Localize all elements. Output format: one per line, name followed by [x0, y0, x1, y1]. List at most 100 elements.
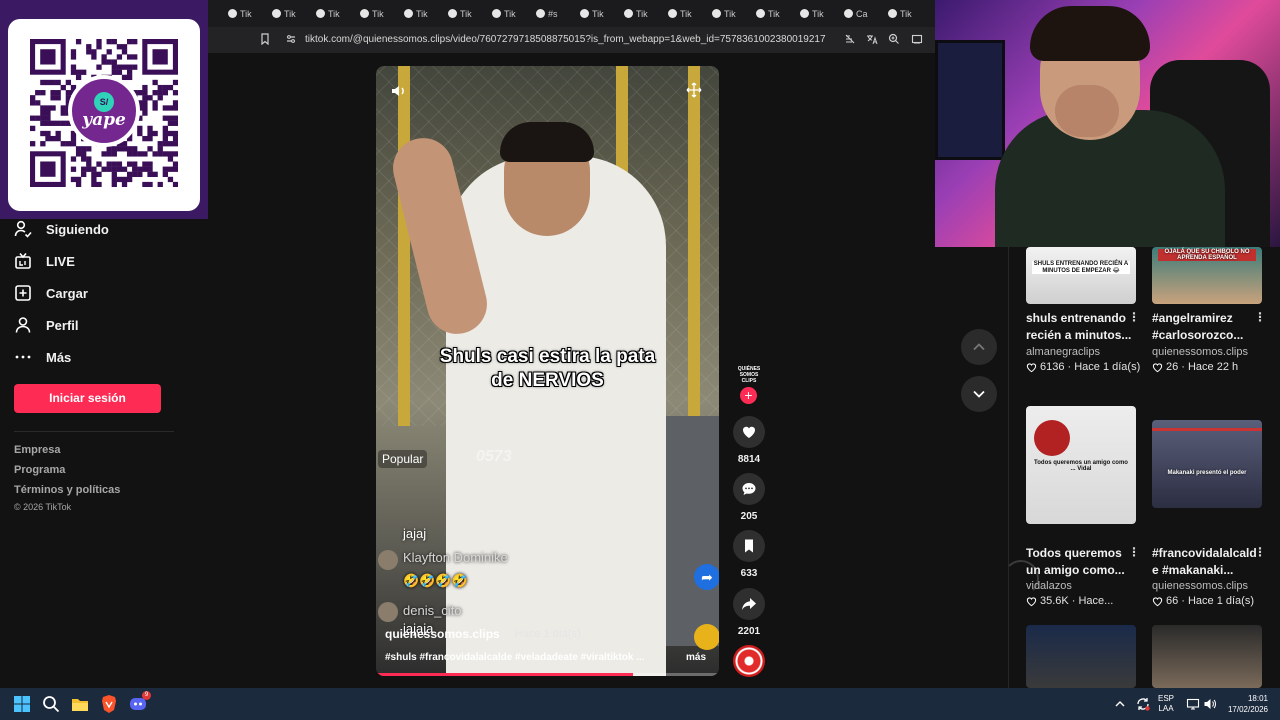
heart-outline-icon — [1152, 362, 1163, 372]
browser-tab[interactable]: Tik — [880, 0, 924, 27]
chevron-up-icon — [973, 343, 985, 351]
sidebar-item-label: Cargar — [46, 285, 88, 301]
video-author[interactable]: almanegraclips — [1026, 346, 1100, 358]
browser-tab-label: Tik — [284, 8, 296, 19]
browser-tab[interactable]: Tik — [572, 0, 616, 27]
video-author[interactable]: quienessomos.clips — [385, 627, 500, 641]
like-button[interactable] — [733, 416, 765, 448]
browser-tab[interactable]: Tik — [484, 0, 528, 27]
share-icon — [742, 598, 756, 610]
sidebar-item-perfil[interactable]: Perfil — [14, 314, 79, 336]
browser-tab[interactable]: Tik — [660, 0, 704, 27]
browser-tab[interactable]: Tik — [616, 0, 660, 27]
tiktok-favicon-icon — [668, 9, 677, 18]
follow-button[interactable]: + — [740, 387, 757, 404]
address-bar: tiktok.com/@quienessomos.clips/video/760… — [208, 27, 935, 53]
url-text[interactable]: tiktok.com/@quienessomos.clips/video/760… — [305, 34, 826, 45]
yape-qr-code: S/ yape — [8, 19, 200, 211]
browser-tab[interactable]: Tik — [352, 0, 396, 27]
browser-tab[interactable]: Tik — [396, 0, 440, 27]
video-hashtags[interactable]: #shuls #francovidalalcalde #veladadeate … — [385, 652, 645, 663]
next-video-button[interactable] — [961, 376, 997, 412]
browser-tab[interactable]: Tik — [440, 0, 484, 27]
bookmark-icon[interactable] — [258, 33, 272, 47]
tiktok-favicon-icon — [624, 9, 633, 18]
footer-link-terminos[interactable]: Términos y políticas — [14, 484, 120, 496]
recommended-video[interactable]: Makanaki presentó el poder #francovidala… — [1152, 406, 1267, 607]
volume-tray-icon[interactable] — [1203, 697, 1217, 711]
recommended-video[interactable]: OJALÁ QUE SU CHIBOLO NO APRENDA ESPAÑOL … — [1152, 247, 1267, 407]
windows-start-icon[interactable] — [12, 694, 32, 714]
browser-tab[interactable]: Tik — [792, 0, 836, 27]
following-icon — [14, 220, 32, 238]
music-disc-icon[interactable] — [733, 645, 765, 677]
avatar — [378, 602, 398, 622]
video-stats: 35.6K · Hace... — [1026, 595, 1113, 607]
save-button[interactable] — [733, 530, 765, 562]
comment-button[interactable] — [733, 473, 765, 505]
video-thumbnail[interactable]: Todos queremos un amigo como ... Vidal — [1026, 406, 1136, 524]
recommended-video-thumbnail[interactable] — [1152, 625, 1262, 688]
video-thumbnail[interactable]: Makanaki presentó el poder — [1152, 420, 1262, 508]
sidebar-item-cargar[interactable]: Cargar — [14, 282, 88, 304]
video-thumbnail[interactable]: SHULS ENTRENANDO RECIÉN A MINUTOS DE EMP… — [1026, 247, 1136, 304]
sidebar-item-mas[interactable]: Más — [14, 346, 71, 368]
video-author[interactable]: vidalazos — [1026, 580, 1072, 592]
browser-tab-label: Tik — [724, 8, 736, 19]
recommended-video[interactable]: SHULS ENTRENANDO RECIÉN A MINUTOS DE EMP… — [1026, 247, 1141, 407]
recommended-video[interactable]: Todos queremos un amigo como ... Vidal T… — [1026, 406, 1141, 607]
zoom-icon[interactable] — [887, 33, 901, 47]
browser-tab[interactable]: #s — [528, 0, 572, 27]
video-author[interactable]: quienessomos.clips — [1152, 580, 1248, 592]
discord-badge: 9 — [142, 691, 151, 700]
browser-tab[interactable]: Tik — [308, 0, 352, 27]
browser-tab-label: Tik — [592, 8, 604, 19]
comment-icon — [742, 483, 756, 495]
file-explorer-icon[interactable] — [70, 694, 90, 714]
video-player[interactable]: Shuls casi estira la pata de NERVIOS Pop… — [376, 66, 719, 676]
tray-chevron-up-icon[interactable] — [1113, 697, 1127, 711]
language-indicator[interactable]: ESP LAA — [1158, 694, 1174, 714]
sync-icon[interactable] — [1135, 696, 1151, 712]
browser-tab[interactable]: Tik — [748, 0, 792, 27]
footer-link-empresa[interactable]: Empresa — [14, 444, 60, 456]
footer-link-programa[interactable]: Programa — [14, 464, 65, 476]
upload-icon — [15, 285, 31, 301]
recommended-video-thumbnail[interactable] — [1026, 625, 1136, 688]
sidebar-item-label: Perfil — [46, 317, 79, 333]
brave-browser-icon[interactable] — [99, 694, 119, 714]
login-button[interactable]: Iniciar sesión — [14, 384, 161, 413]
more-options-icon[interactable]: ⋮ — [1128, 545, 1140, 559]
clock[interactable]: 18:01 17/02/2026 — [1222, 693, 1268, 715]
browser-tab[interactable]: Tik — [704, 0, 748, 27]
more-link[interactable]: más — [686, 652, 706, 663]
search-icon[interactable] — [41, 694, 61, 714]
share-count: 2201 — [737, 626, 761, 637]
video-author[interactable]: quienessomos.clips — [1152, 346, 1248, 358]
reader-mode-icon[interactable] — [843, 33, 857, 47]
more-options-icon[interactable]: ⋮ — [1254, 545, 1266, 559]
sidebar-item-live[interactable]: LIVE — [14, 250, 75, 272]
heart-outline-icon — [1026, 362, 1037, 372]
site-settings-icon[interactable] — [284, 33, 298, 47]
more-options-icon[interactable]: ⋮ — [1254, 310, 1266, 324]
footer-copyright: © 2026 TikTok — [14, 502, 72, 512]
previous-video-button[interactable] — [961, 329, 997, 365]
bookmark-icon — [745, 539, 753, 553]
like-count: 8814 — [737, 454, 761, 465]
sidebar-item-siguiendo[interactable]: Siguiendo — [14, 218, 109, 240]
browser-tab[interactable]: Tik — [220, 0, 264, 27]
network-icon[interactable] — [1186, 697, 1200, 711]
volume-icon[interactable] — [390, 82, 408, 100]
translate-icon[interactable] — [865, 33, 879, 47]
expand-icon[interactable] — [686, 82, 702, 98]
share-button[interactable] — [733, 588, 765, 620]
more-options-icon[interactable]: ⋮ — [1128, 310, 1140, 324]
chevron-down-icon — [973, 390, 985, 398]
browser-tab[interactable]: Tik — [264, 0, 308, 27]
browser-tab-label: Tik — [328, 8, 340, 19]
tiktok-favicon-icon — [888, 9, 897, 18]
cast-icon[interactable] — [910, 33, 924, 47]
browser-tab[interactable]: Ca — [836, 0, 880, 27]
video-thumbnail[interactable]: OJALÁ QUE SU CHIBOLO NO APRENDA ESPAÑOL — [1152, 247, 1262, 304]
